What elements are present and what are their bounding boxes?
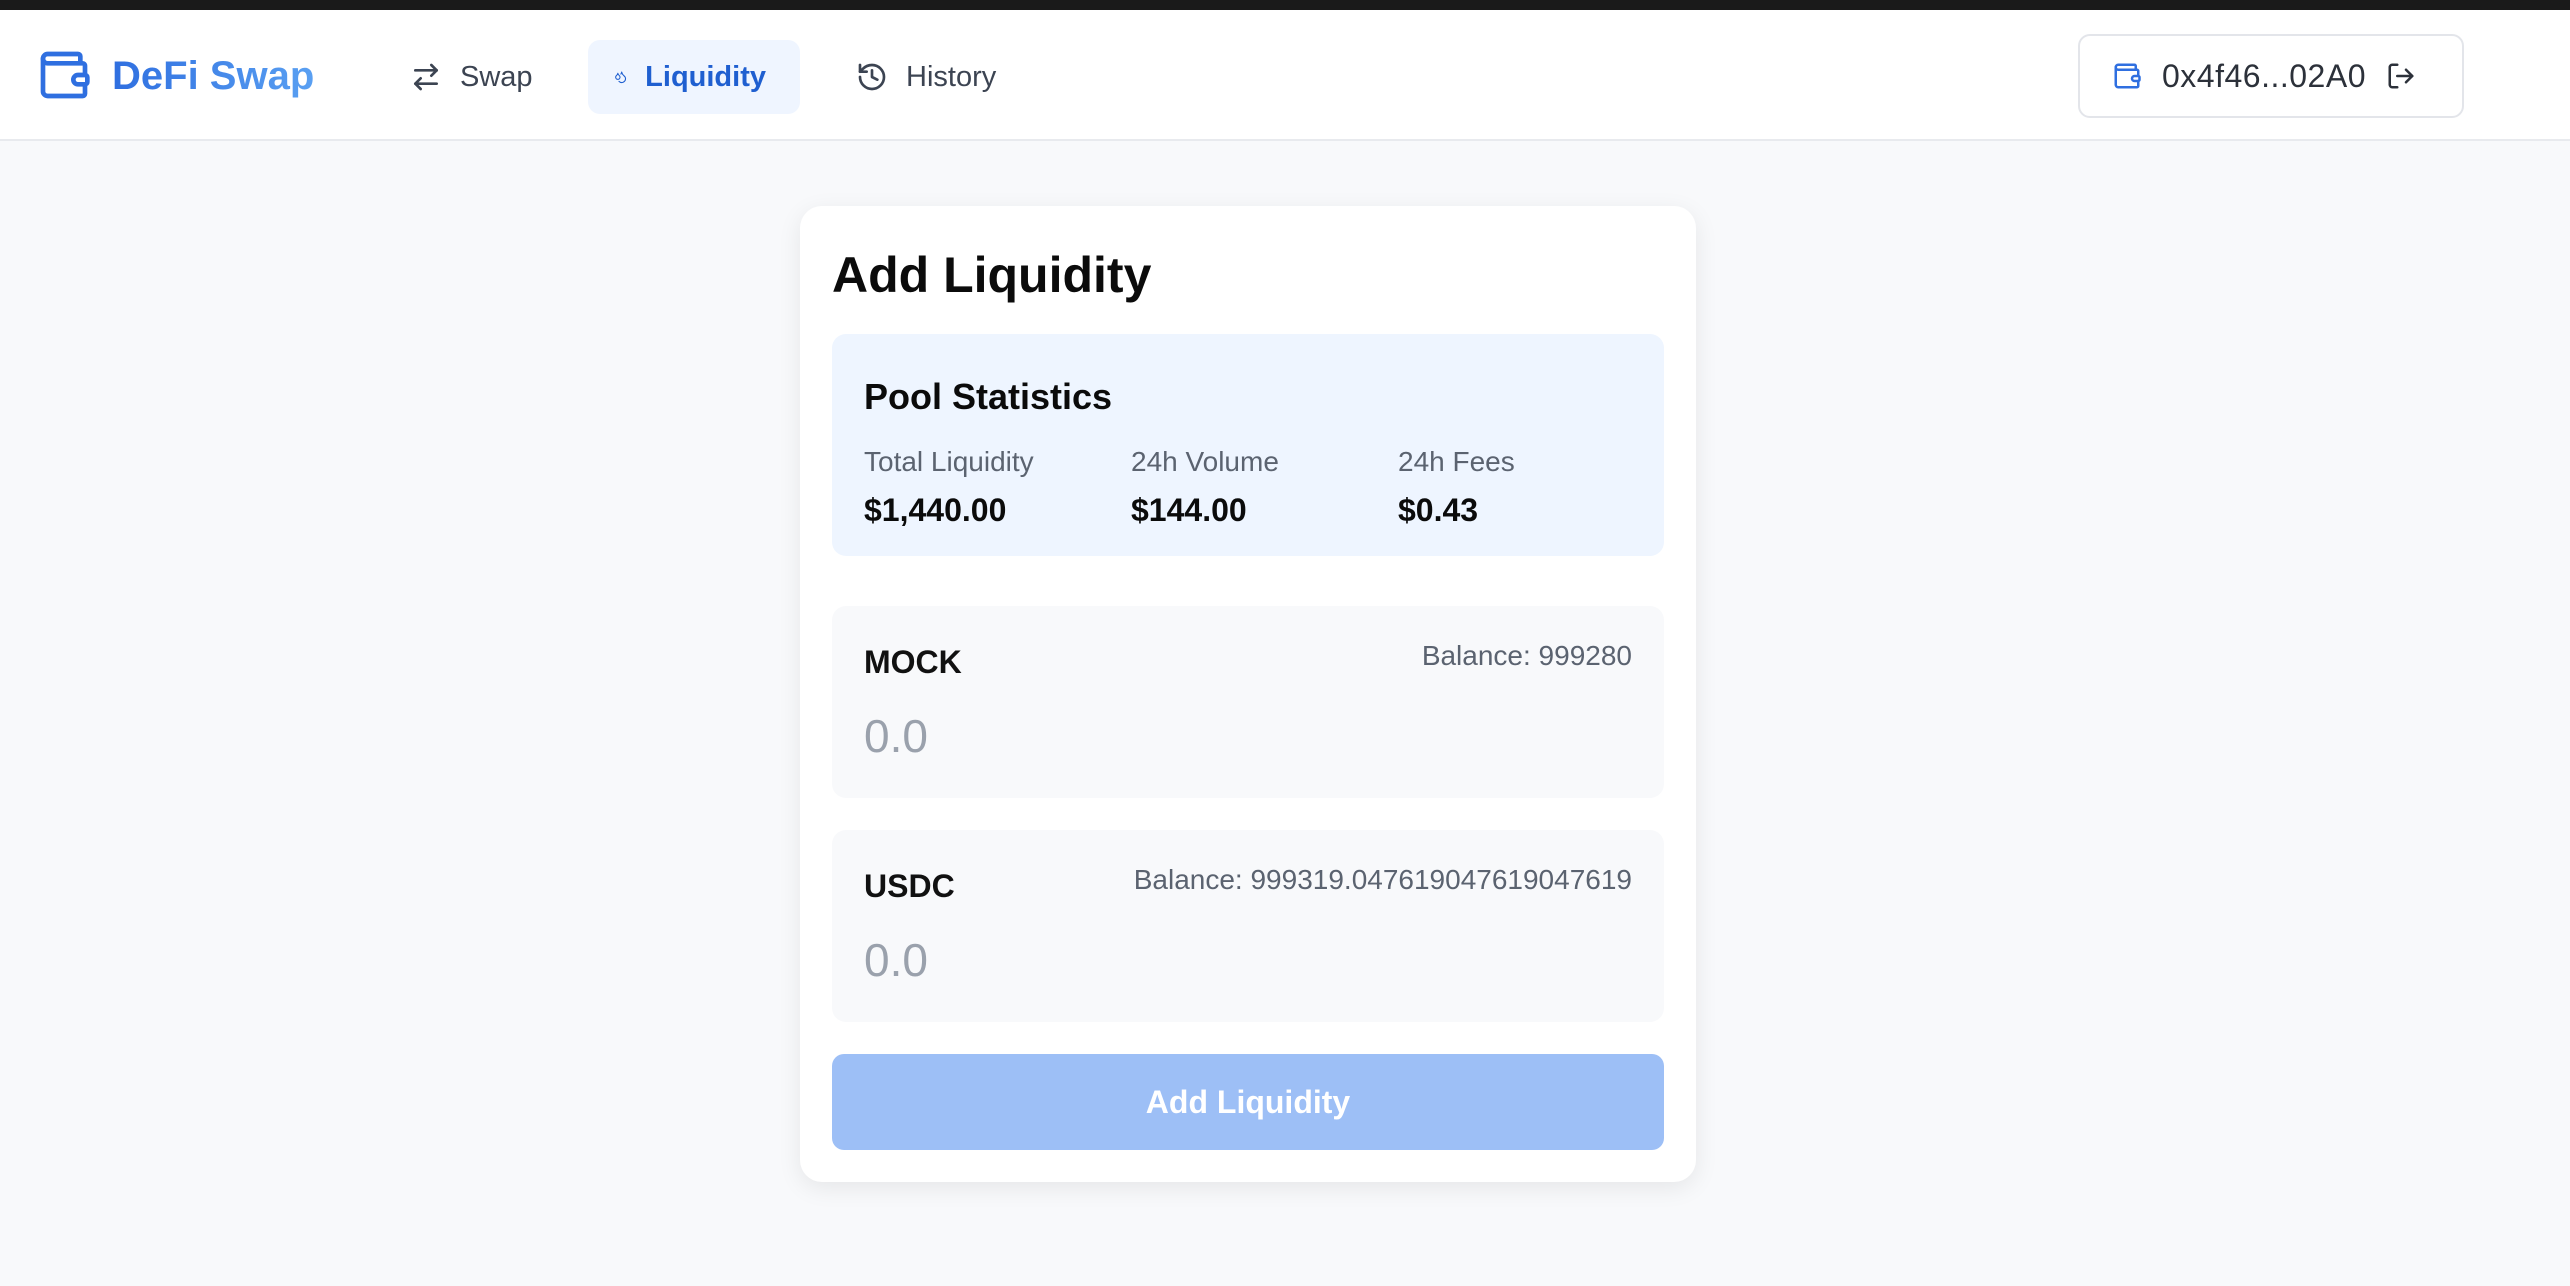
- stat-label: Total Liquidity: [864, 446, 1034, 477]
- wallet-icon: [2114, 63, 2141, 89]
- card-title: Add Liquidity: [832, 247, 1152, 303]
- nav-history[interactable]: History: [830, 40, 1030, 114]
- stat-total-liquidity: Total Liquidity $1,440.00: [864, 446, 1034, 529]
- token-balance: Balance: 999280: [1421, 640, 1632, 671]
- top-border-strip: [0, 0, 2570, 10]
- token-input-usdc: USDC Balance: 999319.047619047619047619: [832, 830, 1664, 1022]
- stat-label: 24h Fees: [1398, 446, 1515, 477]
- nav-liquidity[interactable]: Liquidity: [588, 40, 800, 114]
- pool-statistics-panel: Pool Statistics Total Liquidity $1,440.0…: [832, 334, 1664, 556]
- app-header: DeFi Swap Swap Liquidity History 0x4f46.…: [0, 10, 2570, 141]
- token-balance: Balance: 999319.047619047619047619: [1133, 864, 1632, 895]
- token-symbol: MOCK: [864, 644, 962, 680]
- stat-value: $144.00: [1131, 492, 1247, 528]
- app-name[interactable]: DeFi Swap: [112, 54, 314, 99]
- droplets-icon: [615, 71, 627, 84]
- wallet-logo-icon[interactable]: [36, 47, 92, 103]
- wallet-button[interactable]: 0x4f46...02A0: [2078, 34, 2464, 118]
- nav-liquidity-label: Liquidity: [645, 60, 766, 93]
- nav-swap[interactable]: Swap: [384, 40, 567, 114]
- add-liquidity-card: Add Liquidity Pool Statistics Total Liqu…: [800, 206, 1696, 1182]
- history-icon: [858, 63, 886, 91]
- pool-statistics-title: Pool Statistics: [864, 376, 1113, 417]
- stat-24h-volume: 24h Volume $144.00: [1131, 446, 1279, 529]
- stat-24h-fees: 24h Fees $0.43: [1398, 446, 1515, 529]
- usdc-amount-input[interactable]: [864, 928, 1624, 992]
- nav-swap-label: Swap: [460, 60, 533, 93]
- stat-value: $0.43: [1398, 492, 1479, 528]
- add-liquidity-button[interactable]: Add Liquidity: [832, 1054, 1664, 1150]
- arrows-swap-icon: [414, 63, 438, 91]
- stat-value: $1,440.00: [864, 492, 1007, 528]
- wallet-address: 0x4f46...02A0: [2162, 57, 2366, 94]
- token-symbol: USDC: [864, 868, 955, 904]
- nav-history-label: History: [906, 60, 997, 93]
- token-input-mock: MOCK Balance: 999280: [832, 606, 1664, 798]
- logout-icon[interactable]: [2386, 61, 2416, 91]
- stat-label: 24h Volume: [1131, 446, 1279, 477]
- mock-amount-input[interactable]: [864, 704, 1624, 768]
